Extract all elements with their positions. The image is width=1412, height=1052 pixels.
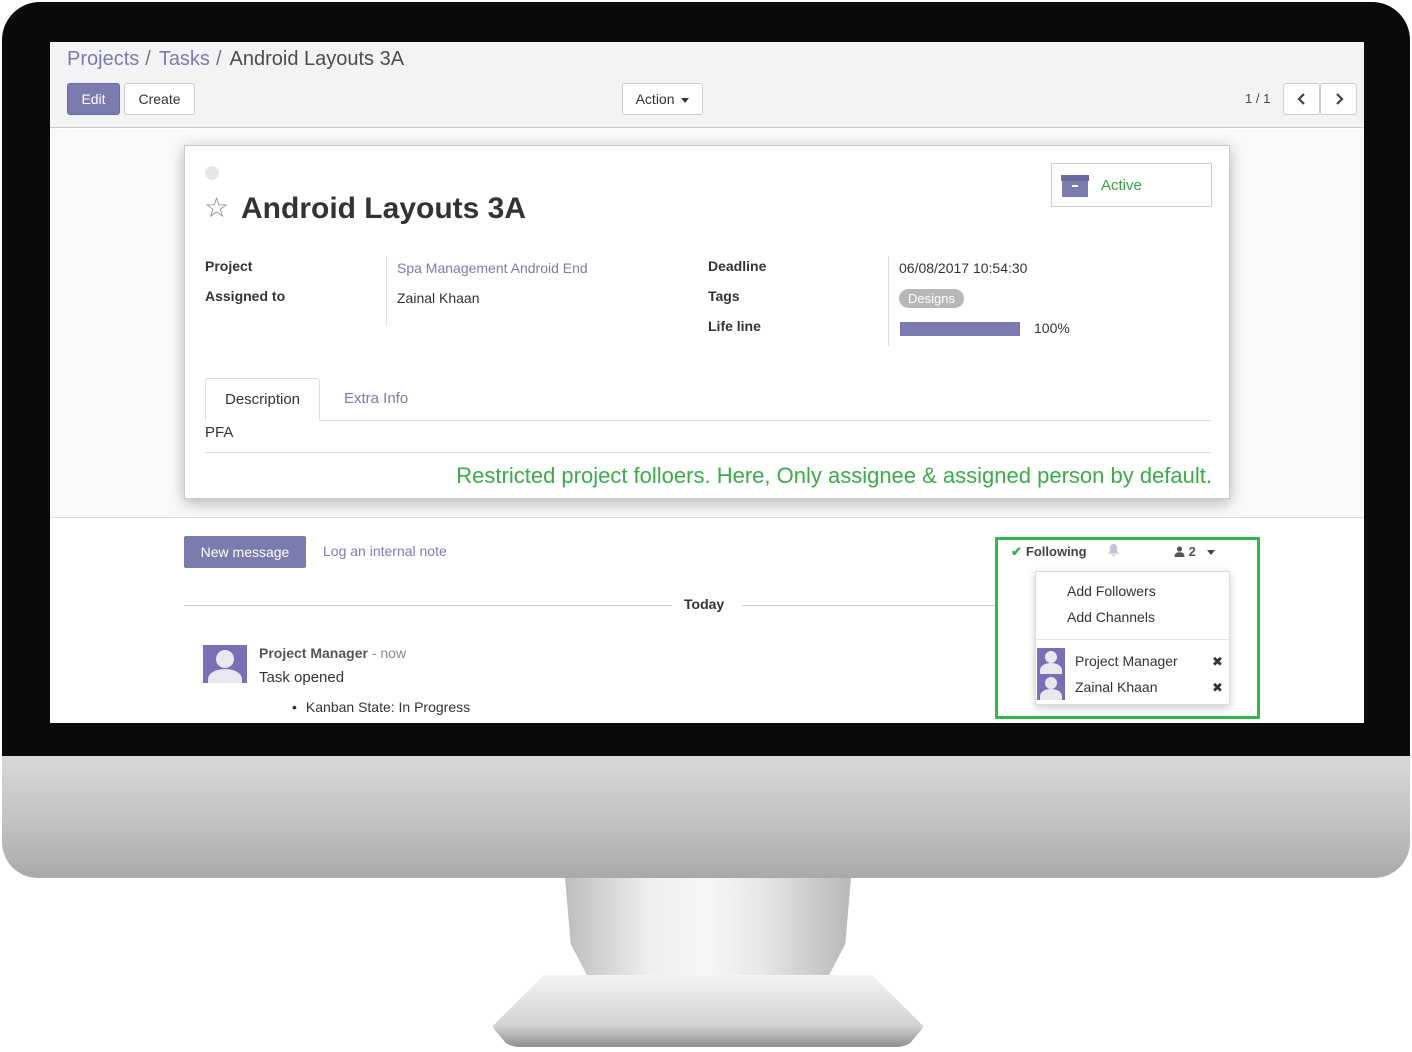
tags-label: Tags bbox=[708, 288, 740, 304]
caret-down-icon bbox=[1207, 550, 1216, 556]
message-author: Project Manager - now bbox=[259, 645, 406, 661]
follower-name[interactable]: Zainal Khaan bbox=[1075, 679, 1158, 695]
tag-badge[interactable]: Designs bbox=[899, 289, 964, 308]
date-divider-right bbox=[742, 605, 995, 606]
bell-icon[interactable] bbox=[1107, 543, 1120, 560]
archive-icon bbox=[1061, 175, 1089, 197]
deadline-field[interactable]: 06/08/2017 10:54:30 bbox=[899, 260, 1027, 276]
followers-count: 2 bbox=[1188, 544, 1196, 559]
screen: Projects / Tasks / Android Layouts 3A Edit C… bbox=[50, 42, 1364, 723]
log-note-button[interactable]: Log an internal note bbox=[323, 543, 447, 559]
breadcrumb-tasks[interactable]: Tasks bbox=[159, 48, 210, 70]
caret-down-icon bbox=[681, 97, 690, 103]
star-icon[interactable]: ☆ bbox=[204, 191, 229, 224]
control-panel: Projects / Tasks / Android Layouts 3A Edit C… bbox=[50, 42, 1364, 128]
field-divider bbox=[386, 256, 387, 326]
chevron-left-icon bbox=[1296, 93, 1305, 105]
deadline-label: Deadline bbox=[708, 258, 767, 274]
breadcrumb-separator: / bbox=[145, 48, 151, 70]
avatar bbox=[1037, 648, 1065, 674]
description-divider bbox=[205, 452, 1211, 453]
new-message-button[interactable]: New message bbox=[184, 536, 306, 568]
remove-follower-icon[interactable]: ✖ bbox=[1212, 680, 1223, 696]
following-button[interactable]: ✔ Following bbox=[1011, 544, 1087, 560]
pager-previous-button[interactable] bbox=[1283, 83, 1320, 115]
description-text[interactable]: PFA bbox=[205, 424, 233, 441]
active-toggle-button[interactable]: Active bbox=[1051, 163, 1212, 207]
lifeline-percent: 100% bbox=[1034, 320, 1070, 336]
check-icon: ✔ bbox=[1011, 544, 1022, 559]
edit-button[interactable]: Edit bbox=[67, 83, 120, 115]
breadcrumb-separator: / bbox=[215, 48, 222, 70]
field-divider bbox=[888, 256, 889, 346]
lifeline-progress-fill bbox=[900, 322, 1020, 336]
avatar bbox=[1037, 674, 1065, 700]
menu-divider bbox=[1036, 639, 1229, 640]
date-separator: Today bbox=[684, 596, 725, 612]
breadcrumb: Projects / Tasks / Android Layouts 3A bbox=[67, 48, 404, 71]
pager-next-button[interactable] bbox=[1320, 83, 1357, 115]
project-label: Project bbox=[205, 258, 253, 274]
annotation-text: Restricted project folloers. Here, Only … bbox=[456, 463, 1212, 488]
author-name[interactable]: Project Manager bbox=[259, 645, 368, 661]
message-body: Task opened bbox=[259, 669, 345, 686]
message-bullet: Kanban State: In Progress bbox=[292, 699, 470, 715]
lifeline-progress-bar bbox=[900, 322, 1020, 336]
monitor-stand-base bbox=[492, 975, 924, 1047]
monitor-frame: Projects / Tasks / Android Layouts 3A Edit C… bbox=[0, 0, 1412, 1052]
lifeline-label: Life line bbox=[708, 318, 761, 334]
message-time: - now bbox=[371, 645, 407, 661]
follower-name[interactable]: Project Manager bbox=[1075, 653, 1178, 669]
pager-value: 1 / 1 bbox=[1245, 91, 1271, 106]
project-field[interactable]: Spa Management Android End bbox=[397, 260, 588, 276]
tab-description[interactable]: Description bbox=[205, 378, 321, 421]
monitor-stand-neck bbox=[565, 878, 851, 988]
followers-count-button[interactable]: 2 bbox=[1174, 544, 1216, 559]
user-icon bbox=[1174, 544, 1189, 559]
kanban-state-dot[interactable] bbox=[205, 166, 219, 180]
assigned-field[interactable]: Zainal Khaan bbox=[397, 290, 480, 306]
add-channels-item[interactable]: Add Channels bbox=[1067, 609, 1155, 625]
action-label: Action bbox=[635, 91, 675, 107]
assigned-label: Assigned to bbox=[205, 288, 286, 304]
remove-follower-icon[interactable]: ✖ bbox=[1212, 654, 1223, 670]
tab-extra-info[interactable]: Extra Info bbox=[325, 378, 427, 421]
avatar bbox=[203, 645, 247, 683]
followers-dropdown-menu: Add Followers Add Channels Project Manag… bbox=[1035, 571, 1230, 705]
date-divider-left bbox=[184, 605, 672, 606]
create-button[interactable]: Create bbox=[124, 83, 195, 115]
active-label: Active bbox=[1101, 177, 1142, 194]
chevron-right-icon bbox=[1335, 93, 1344, 105]
page-title: Android Layouts 3A bbox=[241, 192, 527, 225]
following-label: Following bbox=[1025, 544, 1087, 559]
breadcrumb-projects[interactable]: Projects bbox=[67, 48, 139, 70]
form-sheet: ☆ Android Layouts 3A Active Project Assi… bbox=[184, 145, 1230, 499]
action-dropdown[interactable]: Action bbox=[622, 83, 703, 115]
monitor-chin bbox=[2, 756, 1410, 878]
add-followers-item[interactable]: Add Followers bbox=[1067, 583, 1156, 599]
breadcrumb-current: Android Layouts 3A bbox=[229, 48, 405, 70]
